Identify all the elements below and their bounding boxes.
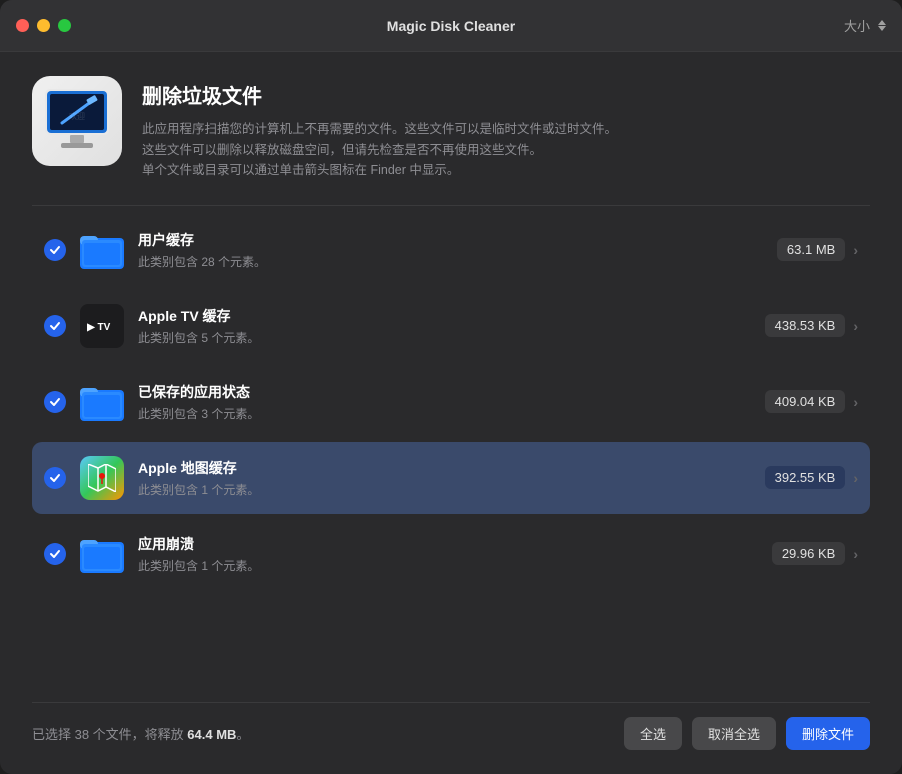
- folder-icon: [80, 228, 124, 272]
- item-subtitle: 此类别包含 28 个元素。: [138, 253, 777, 270]
- deselect-all-button[interactable]: 取消全选: [692, 717, 776, 750]
- main-window: Magic Disk Cleaner 大小: [0, 0, 902, 774]
- item-name: 已保存的应用状态: [138, 382, 765, 402]
- app-icon: 欢迎: [32, 76, 122, 166]
- chevron-right-icon[interactable]: ›: [853, 546, 858, 562]
- footer-buttons: 全选 取消全选 删除文件: [624, 717, 870, 750]
- footer: 已选择 38 个文件，将释放 64.4 MB。 全选 取消全选 删除文件: [32, 702, 870, 758]
- header-description: 此应用程序扫描您的计算机上不再需要的文件。这些文件可以是临时文件或过时文件。 这…: [142, 119, 870, 181]
- item-right: 409.04 KB ›: [765, 390, 858, 413]
- traffic-lights: [16, 19, 71, 32]
- item-right: 438.53 KB ›: [765, 314, 858, 337]
- list-item[interactable]: Apple 地图缓存此类别包含 1 个元素。392.55 KB ›: [32, 442, 870, 514]
- item-text: 应用崩溃此类别包含 1 个元素。: [138, 534, 772, 574]
- footer-status-prefix: 已选择 38 个文件，将释放: [32, 727, 187, 742]
- header-divider: [32, 205, 870, 206]
- svg-text:欢迎: 欢迎: [69, 111, 85, 121]
- select-all-button[interactable]: 全选: [624, 717, 682, 750]
- item-size-badge: 409.04 KB: [765, 390, 846, 413]
- item-size-badge: 392.55 KB: [765, 466, 846, 489]
- item-name: 应用崩溃: [138, 534, 772, 554]
- check-circle[interactable]: [44, 467, 66, 489]
- list-item[interactable]: 用户缓存此类别包含 28 个元素。63.1 MB ›: [32, 214, 870, 286]
- item-right: 63.1 MB ›: [777, 238, 858, 261]
- item-subtitle: 此类别包含 3 个元素。: [138, 405, 765, 422]
- item-text: Apple TV 缓存此类别包含 5 个元素。: [138, 306, 765, 346]
- check-circle[interactable]: [44, 543, 66, 565]
- maps-icon: [80, 456, 124, 500]
- item-text: 已保存的应用状态此类别包含 3 个元素。: [138, 382, 765, 422]
- folder-icon: [80, 380, 124, 424]
- list-item[interactable]: 已保存的应用状态此类别包含 3 个元素。409.04 KB ›: [32, 366, 870, 438]
- size-stepper[interactable]: [878, 20, 886, 31]
- item-text: 用户缓存此类别包含 28 个元素。: [138, 230, 777, 270]
- footer-status-suffix: 。: [236, 727, 249, 742]
- chevron-right-icon[interactable]: ›: [853, 318, 858, 334]
- item-size-badge: 29.96 KB: [772, 542, 846, 565]
- item-subtitle: 此类别包含 1 个元素。: [138, 481, 765, 498]
- header-text: 删除垃圾文件 此应用程序扫描您的计算机上不再需要的文件。这些文件可以是临时文件或…: [142, 76, 870, 181]
- item-subtitle: 此类别包含 1 个元素。: [138, 557, 772, 574]
- item-name: Apple TV 缓存: [138, 306, 765, 326]
- size-label: 大小: [844, 16, 870, 35]
- delete-files-button[interactable]: 删除文件: [786, 717, 870, 750]
- item-name: Apple 地图缓存: [138, 458, 765, 478]
- check-circle[interactable]: [44, 239, 66, 261]
- chevron-right-icon[interactable]: ›: [853, 242, 858, 258]
- close-button[interactable]: [16, 19, 29, 32]
- check-circle[interactable]: [44, 315, 66, 337]
- header-section: 欢迎 删除垃圾文件 此应用程序扫描您的计算机上不再需要的文件。这些文件可以是临时…: [32, 76, 870, 181]
- chevron-right-icon[interactable]: ›: [853, 470, 858, 486]
- titlebar-right-controls: 大小: [844, 16, 886, 35]
- item-right: 392.55 KB ›: [765, 466, 858, 489]
- header-title: 删除垃圾文件: [142, 80, 870, 109]
- list-item[interactable]: 应用崩溃此类别包含 1 个元素。29.96 KB ›: [32, 518, 870, 590]
- svg-text:▶ TV: ▶ TV: [87, 322, 111, 333]
- maximize-button[interactable]: [58, 19, 71, 32]
- check-circle[interactable]: [44, 391, 66, 413]
- main-content: 欢迎 删除垃圾文件 此应用程序扫描您的计算机上不再需要的文件。这些文件可以是临时…: [0, 52, 902, 774]
- list-section: 用户缓存此类别包含 28 个元素。63.1 MB › ▶ TV Apple TV …: [32, 214, 870, 694]
- item-right: 29.96 KB ›: [772, 542, 858, 565]
- list-item[interactable]: ▶ TV Apple TV 缓存此类别包含 5 个元素。438.53 KB ›: [32, 290, 870, 362]
- item-size-badge: 63.1 MB: [777, 238, 845, 261]
- item-subtitle: 此类别包含 5 个元素。: [138, 329, 765, 346]
- item-name: 用户缓存: [138, 230, 777, 250]
- titlebar: Magic Disk Cleaner 大小: [0, 0, 902, 52]
- footer-status-size: 64.4 MB: [187, 727, 236, 742]
- chevron-right-icon[interactable]: ›: [853, 394, 858, 410]
- window-title: Magic Disk Cleaner: [387, 18, 515, 34]
- item-size-badge: 438.53 KB: [765, 314, 846, 337]
- appletv-icon: ▶ TV: [80, 304, 124, 348]
- footer-status: 已选择 38 个文件，将释放 64.4 MB。: [32, 724, 249, 743]
- item-text: Apple 地图缓存此类别包含 1 个元素。: [138, 458, 765, 498]
- folder-icon: [80, 532, 124, 576]
- minimize-button[interactable]: [37, 19, 50, 32]
